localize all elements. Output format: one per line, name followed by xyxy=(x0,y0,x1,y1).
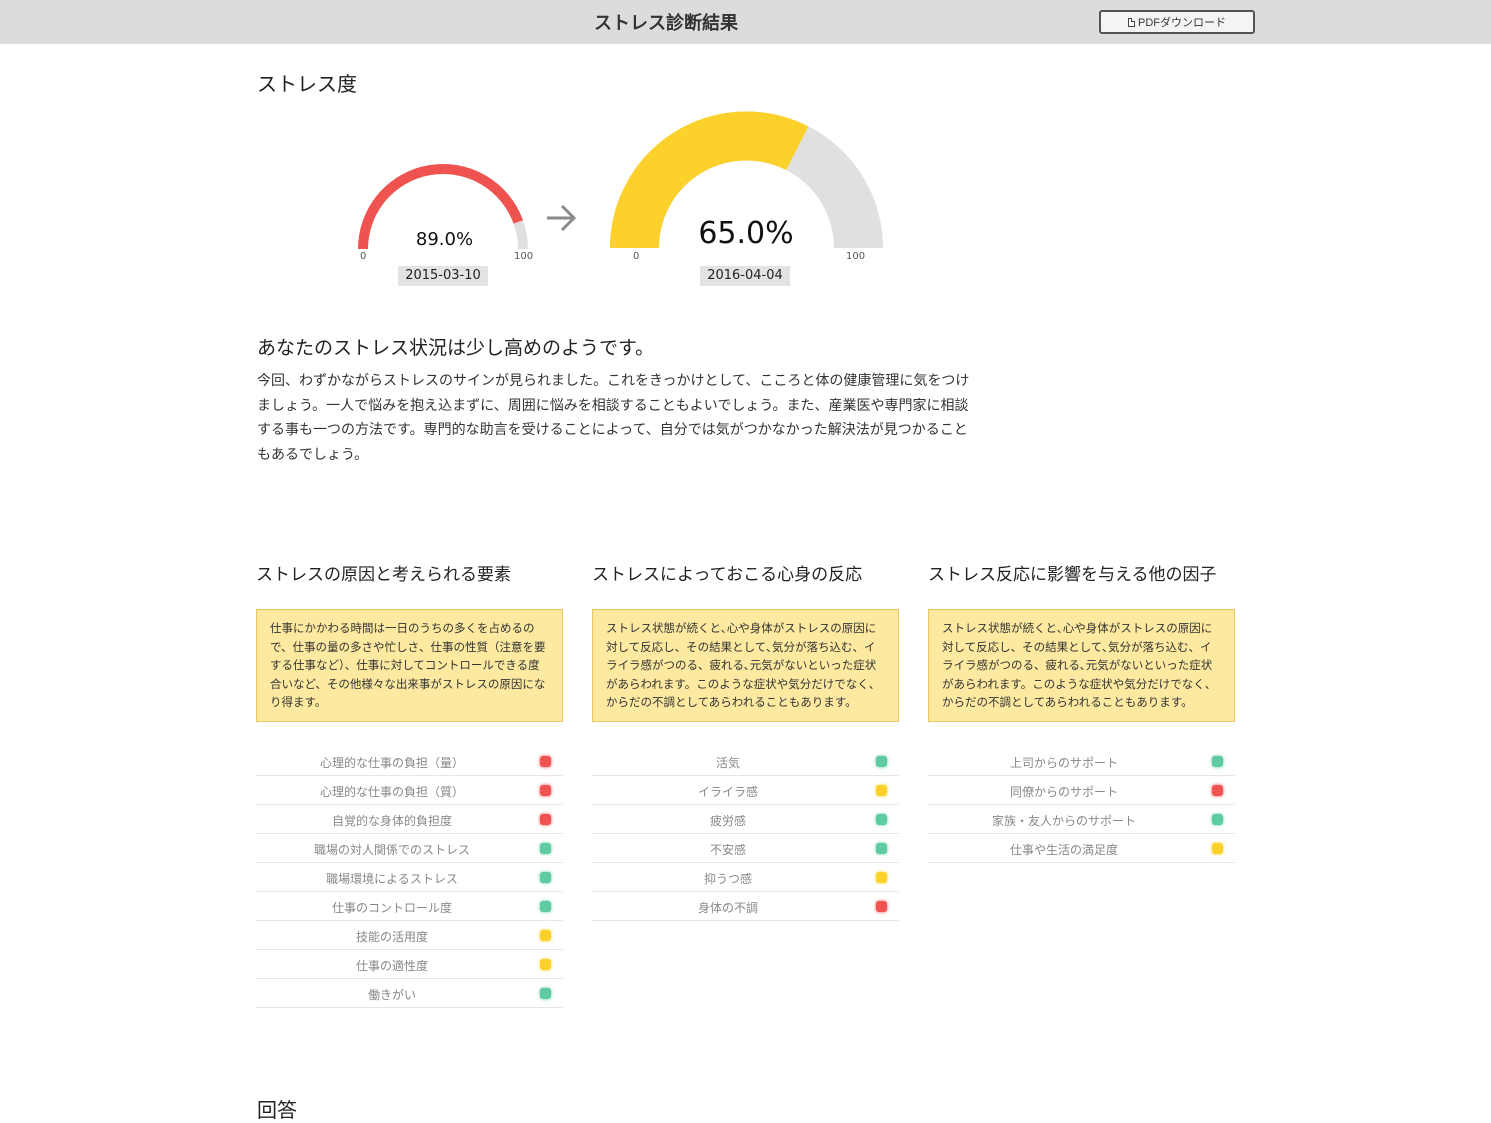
column-other-factors: ストレス反応に影響を与える他の因子 ストレス状態が続くと､心や身体がストレスの原… xyxy=(928,560,1235,879)
column-stress-reactions: ストレスによっておこる心身の反応 ストレス状態が続くと､心や身体がストレスの原因… xyxy=(592,560,899,937)
status-indicator-yellow xyxy=(540,958,551,970)
factor-label: 活気 xyxy=(715,755,740,770)
factor-row: 心理的な仕事の負担（質） xyxy=(256,776,563,805)
answers-section-title: 回答 xyxy=(257,1098,297,1122)
summary-text: 今回、わずかながらストレスのサインが見られました。これをきっかけとして、こころと… xyxy=(257,373,970,463)
status-indicator-red xyxy=(540,813,551,825)
status-indicator-green xyxy=(876,842,887,854)
current-gauge-max: 100 xyxy=(846,251,866,262)
status-indicator-green xyxy=(540,871,551,883)
current-gauge-date: 2016-04-04 xyxy=(700,266,790,286)
summary-headline: あなたのストレス状況は少し高めのようです。 xyxy=(257,337,655,359)
factor-label: 抑うつ感 xyxy=(703,871,752,886)
current-stress-gauge: 65.0% 0 100 2016-04-04 xyxy=(610,111,885,292)
status-indicator-green xyxy=(540,900,551,912)
factor-label: 技能の活用度 xyxy=(355,929,428,944)
current-gauge-min: 0 xyxy=(633,251,640,262)
factor-label: 上司からのサポート xyxy=(1009,755,1118,770)
factor-list: 活気イライラ感疲労感不安感抑うつ感身体の不調 xyxy=(592,747,899,921)
factor-label: 同僚からのサポート xyxy=(1009,784,1118,799)
factor-label: 仕事のコントロール度 xyxy=(331,900,452,915)
factor-list: 心理的な仕事の負担（量） 心理的な仕事の負担（質） 自覚的な身体的負担度職場の対人関… xyxy=(256,747,563,1008)
status-indicator-yellow xyxy=(540,929,551,941)
factor-label: 身体の不調 xyxy=(697,900,758,915)
status-indicator-yellow xyxy=(1212,842,1223,854)
factor-label: 職場環境によるストレス xyxy=(326,871,458,886)
pdf-download-label: PDFダウンロード xyxy=(1138,17,1226,29)
pdf-download-button[interactable]: PDFダウンロード xyxy=(1099,10,1255,34)
factor-row: 職場の対人関係でのストレス xyxy=(256,834,563,863)
previous-stress-gauge: 89.0% 0 100 2015-03-10 xyxy=(357,160,534,290)
factor-label: 疲労感 xyxy=(709,813,746,828)
factor-label: 不安感 xyxy=(709,842,746,857)
status-indicator-red xyxy=(1212,784,1223,796)
factor-label: 自覚的な身体的負担度 xyxy=(331,813,452,828)
status-indicator-green xyxy=(876,755,887,767)
stress-section-title: ストレス度 xyxy=(257,72,357,96)
status-indicator-green xyxy=(540,842,551,854)
factor-label: 家族・友人からのサポート xyxy=(991,813,1136,828)
factor-label: イライラ感 xyxy=(697,784,758,799)
factor-row: 上司からのサポート xyxy=(928,747,1235,776)
status-indicator-yellow xyxy=(876,871,887,883)
column-title: ストレスによっておこる心身の反応 xyxy=(592,565,863,585)
factor-row: 自覚的な身体的負担度 xyxy=(256,805,563,834)
status-indicator-green xyxy=(1212,813,1223,825)
factor-row: 抑うつ感 xyxy=(592,863,899,892)
previous-gauge-max: 100 xyxy=(514,251,534,262)
document-icon xyxy=(1128,17,1135,27)
status-indicator-green xyxy=(540,987,551,999)
factor-row: 同僚からのサポート xyxy=(928,776,1235,805)
current-gauge-value: 65.0% xyxy=(698,216,794,251)
factor-row: 職場環境によるストレス xyxy=(256,863,563,892)
factor-label: 仕事の適性度 xyxy=(355,958,428,973)
explanation-note: ストレス状態が続くと､心や身体がストレスの原因に対して反応し、その結果として､気… xyxy=(592,609,899,722)
factor-row: 仕事の適性度 xyxy=(256,950,563,979)
factor-row: 身体の不調 xyxy=(592,892,899,921)
factor-row: 仕事のコントロール度 xyxy=(256,892,563,921)
previous-gauge-min: 0 xyxy=(360,251,367,262)
arrow-right-icon xyxy=(547,204,577,232)
factor-row: 技能の活用度 xyxy=(256,921,563,950)
status-indicator-yellow xyxy=(876,784,887,796)
explanation-note: 仕事にかかわる時間は一日のうちの多くを占めるので、仕事の量の多さや忙しさ、仕事の… xyxy=(256,609,563,722)
factor-list: 上司からのサポート 同僚からのサポート家族・友人からのサポート 仕事や生活の満足度 xyxy=(928,747,1235,863)
previous-gauge-date: 2015-03-10 xyxy=(398,266,488,286)
status-indicator-green xyxy=(1212,755,1223,767)
factor-label: 働きがい xyxy=(367,987,416,1002)
factor-row: 不安感 xyxy=(592,834,899,863)
column-title: ストレスの原因と考えられる要素 xyxy=(256,565,511,585)
status-indicator-red xyxy=(540,784,551,796)
factor-label: 職場の対人関係でのストレス xyxy=(313,842,470,857)
factor-label: 心理的な仕事の負担（質） xyxy=(319,784,464,799)
factor-row: 働きがい xyxy=(256,979,563,1008)
explanation-note: ストレス状態が続くと､心や身体がストレスの原因に対して反応し、その結果として､気… xyxy=(928,609,1235,722)
previous-gauge-value: 89.0% xyxy=(415,229,474,250)
column-stress-causes: ストレスの原因と考えられる要素 仕事にかかわる時間は一日のうちの多くを占めるので… xyxy=(256,560,563,1024)
status-indicator-red xyxy=(540,755,551,767)
factor-label: 仕事や生活の満足度 xyxy=(1009,842,1118,857)
column-title: ストレス反応に影響を与える他の因子 xyxy=(928,565,1217,585)
status-indicator-red xyxy=(876,900,887,912)
status-indicator-green xyxy=(876,813,887,825)
factor-row: 心理的な仕事の負担（量） xyxy=(256,747,563,776)
factor-row: 疲労感 xyxy=(592,805,899,834)
factor-row: イライラ感 xyxy=(592,776,899,805)
factor-row: 仕事や生活の満足度 xyxy=(928,834,1235,863)
factor-label: 心理的な仕事の負担（量） xyxy=(319,755,464,770)
top-bar: ストレス診断結果 PDFダウンロード xyxy=(0,0,1491,44)
factor-row: 家族・友人からのサポート xyxy=(928,805,1235,834)
factor-row: 活気 xyxy=(592,747,899,776)
